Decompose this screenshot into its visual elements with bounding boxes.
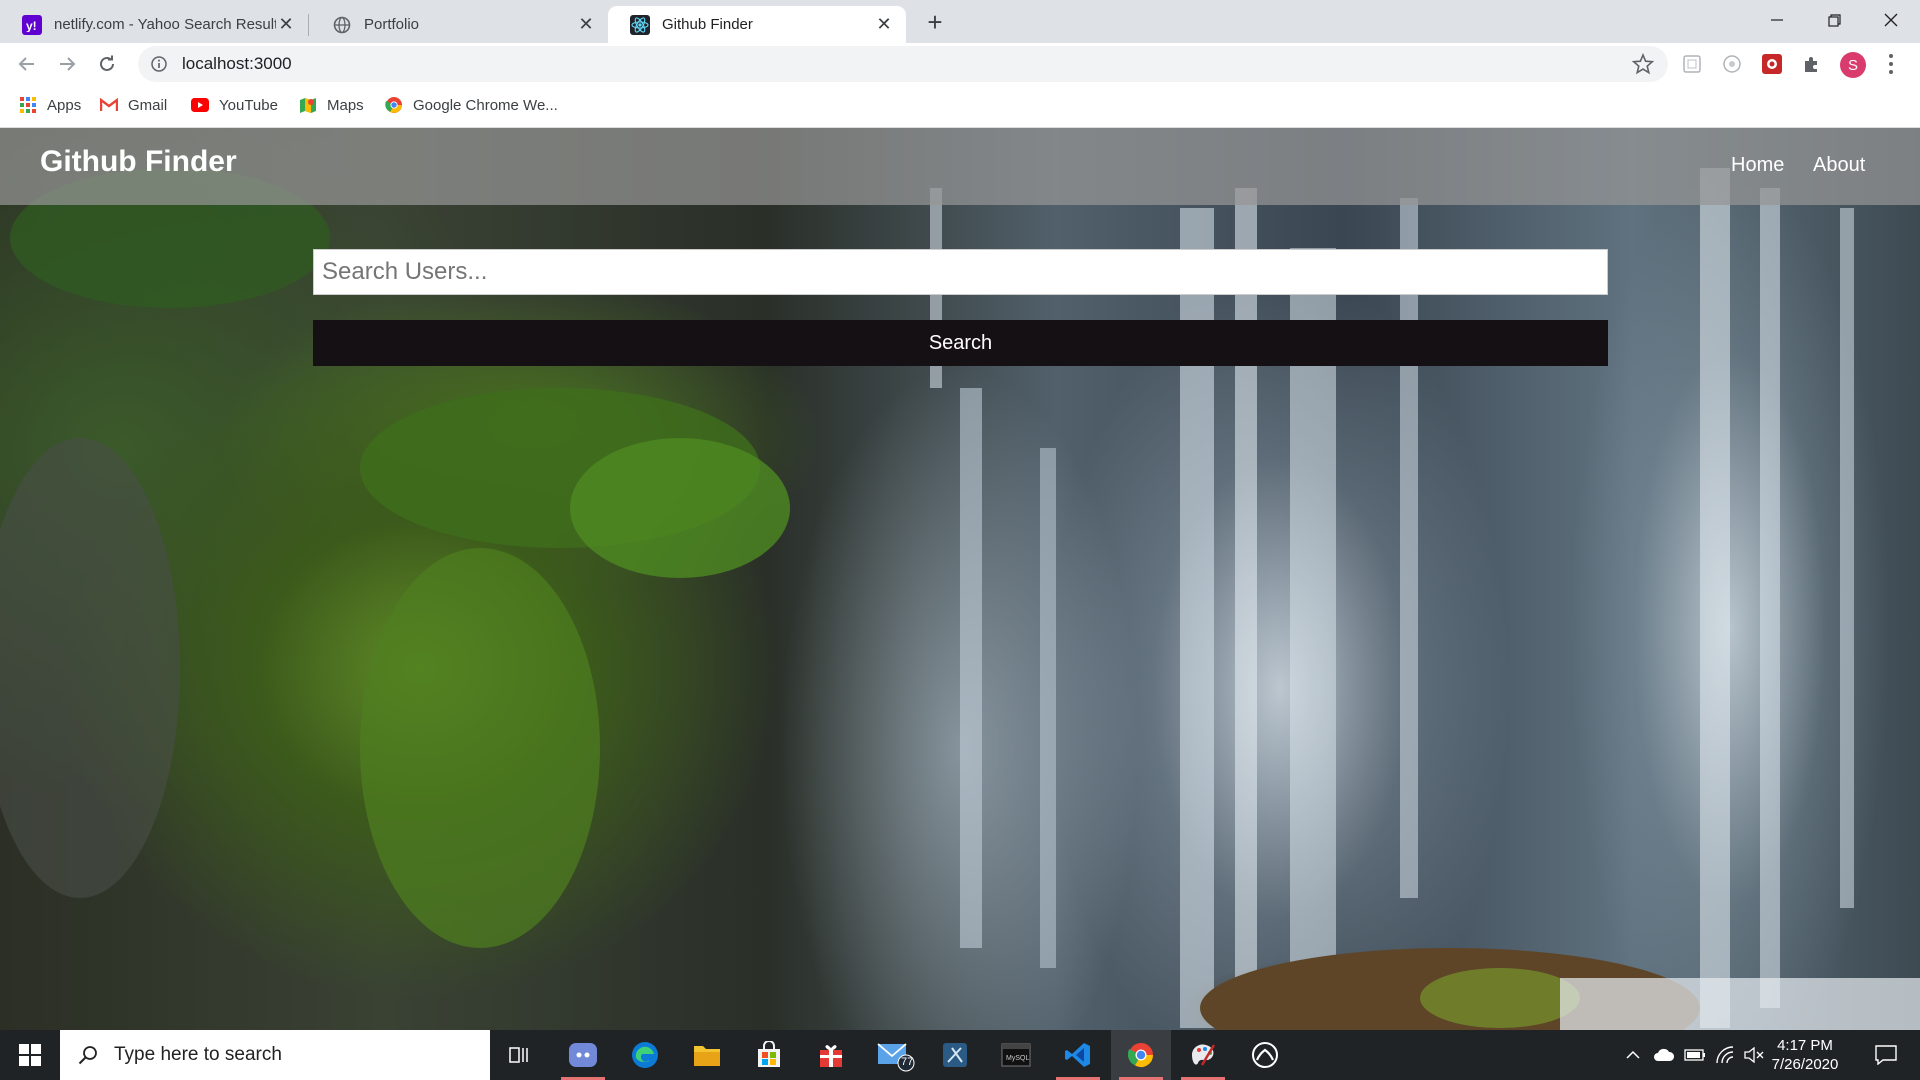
microsoft-store-icon[interactable] [739,1030,799,1080]
search-button[interactable]: Search [313,320,1608,366]
tab-title: netlify.com - Yahoo Search Results [54,16,276,33]
restore-icon[interactable] [1805,0,1863,40]
taskbar-search-box[interactable]: Type here to search [60,1030,490,1080]
address-bar[interactable]: localhost:3000 [138,46,1668,82]
bookmark-maps[interactable]: Maps [299,85,364,125]
url-text: localhost:3000 [182,54,292,73]
clock-date: 7/26/2020 [1771,1056,1839,1073]
bookmark-star-icon[interactable] [1631,52,1655,80]
tab-title: Github Finder [662,16,753,33]
maps-icon [299,96,317,114]
gift-app-icon[interactable] [801,1030,861,1080]
battery-icon[interactable] [1682,1030,1708,1080]
wifi-icon[interactable] [1712,1030,1738,1080]
search-icon [76,1043,100,1067]
bookmark-gmail[interactable]: Gmail [100,85,167,125]
mysql-workbench-icon[interactable]: MySQL [986,1030,1046,1080]
tab-github-finder[interactable]: Github Finder ✕ [608,6,906,43]
close-tab-icon[interactable]: ✕ [576,14,596,35]
mail-badge-count: 77 [901,1056,914,1068]
extension-round-icon[interactable] [1721,53,1743,75]
tab-title: Portfolio [364,16,420,33]
extensions-puzzle-icon[interactable] [1801,53,1823,75]
svg-text:MySQL: MySQL [1006,1055,1029,1062]
windows-start-icon[interactable] [0,1030,60,1080]
bookmarks-bar: Apps Gmail YouTube Maps Google Chrome We… [0,85,1920,128]
yahoo-icon: y! [22,14,42,35]
windows-taskbar: Type here to search 77 MySQL 4:17 PM 7/2… [0,1030,1920,1080]
menu-kebab-icon[interactable] [1886,52,1896,76]
tab-yahoo-search[interactable]: y! netlify.com - Yahoo Search Results ✕ [0,6,308,43]
nav-link-home[interactable]: Home [1731,154,1784,177]
page-viewport: Github Finder Home About Search [0,128,1920,1030]
close-tab-icon[interactable]: ✕ [874,14,894,35]
edge-icon[interactable] [615,1030,675,1080]
bookmark-apps[interactable]: Apps [19,85,81,125]
youtube-icon [191,96,209,114]
close-window-icon[interactable] [1862,0,1920,40]
bookmark-label: Maps [327,96,364,114]
bookmark-label: YouTube [219,96,278,114]
notification-center-icon[interactable] [1866,1030,1906,1080]
xcode-like-tool-icon[interactable] [925,1030,985,1080]
nav-link-about[interactable]: About [1813,154,1865,177]
file-explorer-icon[interactable] [677,1030,737,1080]
system-clock[interactable]: 4:17 PM 7/26/2020 [1760,1036,1850,1074]
bookmark-label: Apps [47,96,82,114]
globe-icon [332,15,352,35]
bookmark-label: Gmail [128,96,168,114]
task-view-icon[interactable] [490,1030,550,1080]
bookmark-chrome-web-store[interactable]: Google Chrome We... [385,85,558,125]
browser-toolbar: localhost:3000 S [0,43,1920,85]
minimize-icon[interactable] [1748,0,1806,40]
bookmark-youtube[interactable]: YouTube [191,85,278,125]
app-navbar: Github Finder Home About [0,128,1920,205]
tab-strip: y! netlify.com - Yahoo Search Results ✕ … [0,0,1920,43]
xbox-game-bar-icon[interactable] [1235,1030,1295,1080]
reload-icon[interactable] [92,49,122,79]
gmail-icon [100,96,118,114]
react-icon [630,14,650,35]
chrome-icon [385,96,403,114]
onedrive-cloud-icon[interactable] [1651,1030,1677,1080]
back-arrow-icon[interactable] [12,49,42,79]
clock-time: 4:17 PM [1777,1037,1833,1054]
search-users-input[interactable] [313,249,1608,295]
vscode-icon[interactable] [1048,1030,1108,1080]
extension-red-icon[interactable] [1761,53,1783,75]
forward-arrow-icon[interactable] [52,49,82,79]
bookmark-label: Google Chrome We... [413,96,558,114]
tab-separator [308,14,309,36]
chrome-taskbar-icon[interactable] [1111,1030,1171,1080]
paint-app-icon[interactable] [1173,1030,1233,1080]
site-info-icon[interactable] [150,55,168,73]
svg-text:y!: y! [26,19,37,32]
new-tab-plus-icon[interactable]: + [921,7,949,37]
discord-icon[interactable] [553,1030,613,1080]
close-tab-icon[interactable]: ✕ [276,14,296,35]
tab-portfolio[interactable]: Portfolio ✕ [310,6,608,43]
mail-icon[interactable]: 77 [866,1030,926,1080]
brand-title[interactable]: Github Finder [40,145,237,179]
taskbar-search-placeholder: Type here to search [114,1044,282,1065]
tray-chevron-up-icon[interactable] [1622,1030,1644,1080]
profile-avatar[interactable]: S [1840,52,1866,78]
extension-square-icon[interactable] [1681,53,1703,75]
apps-grid-icon [19,96,37,114]
